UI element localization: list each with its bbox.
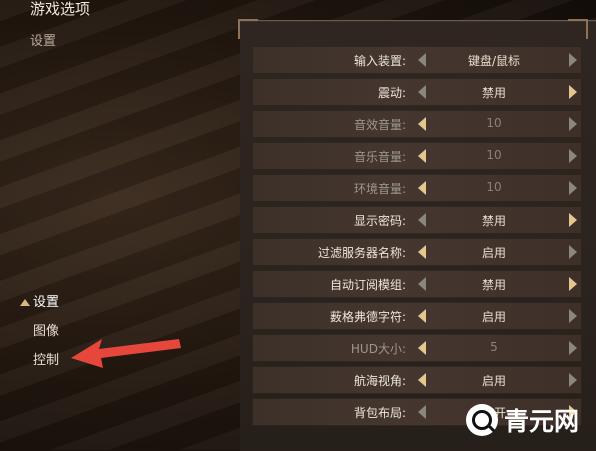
setting-label: 震动:: [377, 86, 406, 100]
setting-row: 自动订阅模组: 禁用: [252, 268, 582, 300]
setting-label: 自动订阅模组:: [329, 278, 406, 292]
chevron-left-icon: [418, 53, 426, 67]
setting-value: 10: [486, 180, 502, 194]
nav-item-label: 控制: [33, 353, 60, 368]
setting-value: 启用: [481, 246, 506, 260]
chevron-left-icon: [418, 85, 426, 99]
chevron-left-icon: [418, 405, 426, 419]
options-header: 游戏选项 设置: [30, 0, 90, 49]
chevron-right-icon: [569, 85, 577, 99]
watermark-text: 青元网: [504, 406, 580, 436]
chevron-left-icon: [418, 277, 426, 291]
chevron-right-icon: [569, 373, 577, 387]
chevron-left-icon: [418, 117, 426, 131]
chevron-right-icon: [569, 149, 577, 163]
setting-label: 音乐音量:: [353, 150, 406, 164]
chevron-left-icon: [418, 149, 426, 163]
next-option-button[interactable]: [566, 114, 580, 134]
chevron-right-icon: [569, 117, 577, 131]
panel-corner-ornament-icon: [568, 19, 588, 39]
chevron-right-icon: [569, 277, 577, 291]
setting-row: 薮格弗德字符: 启用: [252, 300, 582, 332]
next-option-button[interactable]: [566, 242, 580, 262]
next-option-button[interactable]: [566, 178, 580, 198]
active-indicator-icon: [20, 299, 30, 306]
setting-label: 环境音量:: [353, 182, 406, 196]
chevron-right-icon: [569, 181, 577, 195]
chevron-right-icon: [569, 245, 577, 259]
nav-item-label: 图像: [33, 324, 60, 339]
setting-label: 输入装置:: [353, 54, 406, 68]
setting-value: 启用: [481, 374, 506, 388]
chevron-left-icon: [418, 373, 426, 387]
search-badge-icon: [466, 403, 498, 436]
setting-label: 音效音量:: [353, 118, 406, 132]
next-option-button[interactable]: [566, 306, 580, 326]
setting-row: 震动: 禁用: [252, 76, 582, 108]
chevron-left-icon: [418, 213, 426, 227]
options-subtitle: 设置: [30, 34, 57, 49]
chevron-left-icon: [418, 309, 426, 323]
panel-corner-ornament-icon: [238, 19, 258, 39]
setting-row: 显示密码: 禁用: [252, 204, 582, 236]
setting-row: 航海视角: 启用: [252, 364, 582, 396]
chevron-right-icon: [569, 213, 577, 227]
next-option-button[interactable]: [566, 210, 580, 230]
setting-value: 5: [490, 340, 498, 354]
chevron-right-icon: [569, 309, 577, 323]
next-option-button[interactable]: [566, 82, 580, 102]
setting-row: 过滤服务器名称: 启用: [252, 236, 582, 268]
setting-row: HUD大小: 5: [252, 332, 582, 364]
setting-row: 环境音量: 10: [252, 172, 582, 204]
setting-row: 输入装置: 键盘/鼠标: [252, 44, 582, 76]
setting-value: 10: [486, 148, 502, 162]
settings-list: 输入装置: 键盘/鼠标 震动: 禁用 音效音量: 10 音乐音量: 10 环境音…: [252, 44, 582, 428]
setting-label: HUD大小:: [350, 342, 406, 356]
setting-value: 启用: [481, 310, 506, 324]
setting-value: 禁用: [481, 278, 506, 292]
red-arrow-icon: [71, 339, 181, 368]
setting-value: 禁用: [481, 86, 506, 100]
next-option-button[interactable]: [566, 274, 580, 294]
chevron-left-icon: [418, 341, 426, 355]
setting-label: 背包布局:: [353, 406, 406, 420]
chevron-right-icon: [569, 341, 577, 355]
chevron-left-icon: [418, 245, 426, 259]
chevron-left-icon: [418, 181, 426, 195]
setting-label: 航海视角:: [353, 374, 406, 388]
next-option-button[interactable]: [566, 50, 580, 70]
setting-value: 禁用: [481, 214, 506, 228]
setting-row: 音乐音量: 10: [252, 140, 582, 172]
options-title: 游戏选项: [30, 0, 91, 18]
setting-label: 过滤服务器名称:: [317, 246, 406, 260]
next-option-button[interactable]: [566, 338, 580, 358]
next-option-button[interactable]: [566, 146, 580, 166]
settings-panel: 输入装置: 键盘/鼠标 震动: 禁用 音效音量: 10 音乐音量: 10 环境音…: [238, 19, 596, 451]
setting-row: 音效音量: 10: [252, 108, 582, 140]
nav-item-label: 设置: [33, 295, 60, 310]
site-watermark: 青元网: [466, 402, 591, 437]
setting-label: 显示密码:: [353, 214, 406, 228]
nav-item-settings[interactable]: 设置: [20, 288, 200, 317]
chevron-right-icon: [569, 53, 577, 67]
setting-value: 键盘/鼠标: [467, 54, 521, 68]
next-option-button[interactable]: [566, 370, 580, 390]
setting-label: 薮格弗德字符:: [329, 310, 406, 324]
setting-value: 10: [486, 116, 502, 130]
